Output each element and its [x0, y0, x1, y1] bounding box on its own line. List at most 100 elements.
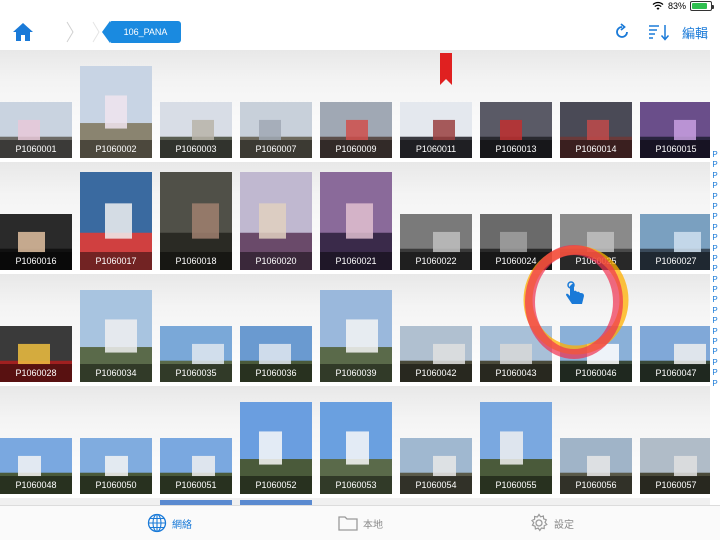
photo-thumbnail[interactable]: P1060046 — [560, 326, 632, 382]
photo-thumbnail[interactable]: P1060016 — [0, 214, 72, 270]
screen: { "status": { "battery_text": "83%" }, "… — [0, 0, 720, 540]
index-strip-letter[interactable]: P — [710, 160, 720, 170]
tab-network[interactable]: 網絡 — [147, 512, 192, 534]
photo-thumbnail[interactable]: P1060003 — [160, 102, 232, 158]
wifi-icon — [652, 1, 664, 10]
index-strip-letter[interactable]: P — [710, 337, 720, 347]
photo-thumbnail[interactable]: P1060042 — [400, 326, 472, 382]
photo-thumbnail[interactable]: P1060043 — [480, 326, 552, 382]
photo-filename: P1060002 — [80, 140, 152, 158]
photo-filename: P1060048 — [0, 476, 72, 494]
photo-row: P1060001 P1060002 P1060003 P1060007 P1060009… — [0, 50, 710, 160]
photo-thumbnail[interactable]: P1060024 — [480, 214, 552, 270]
photo-thumbnail[interactable]: P1060055 — [480, 402, 552, 494]
photo-thumbnail[interactable]: P1060051 — [160, 438, 232, 494]
photo-thumbnail[interactable]: P1060015 — [640, 102, 710, 158]
status-indicators: 83% — [652, 1, 714, 11]
photo-thumbnail[interactable]: P1060039 — [320, 290, 392, 382]
breadcrumb-current-folder[interactable]: 106_PANA — [102, 21, 181, 43]
index-strip-letter[interactable]: P — [710, 285, 720, 295]
index-strip-letter[interactable]: P — [710, 358, 720, 368]
index-strip-letter[interactable]: P — [710, 233, 720, 243]
folder-icon — [338, 516, 358, 531]
photo-thumbnail[interactable]: P1060018 — [160, 172, 232, 270]
index-strip-letter[interactable]: P — [710, 275, 720, 285]
index-strip-letter[interactable]: P — [710, 368, 720, 378]
index-strip-letter[interactable]: P — [710, 223, 720, 233]
index-strip-letter[interactable]: P — [710, 171, 720, 181]
photo-thumbnail[interactable]: P1060057 — [640, 438, 710, 494]
photo-filename: P1060054 — [400, 476, 472, 494]
battery-icon — [690, 1, 714, 11]
photo-filename: P1060024 — [480, 252, 552, 270]
photo-filename: P1060050 — [80, 476, 152, 494]
photo-thumbnail[interactable]: P1060009 — [320, 102, 392, 158]
photo-thumbnail[interactable]: P1060035 — [160, 326, 232, 382]
index-strip-letter[interactable]: P — [710, 379, 720, 389]
photo-thumbnail[interactable]: P1060050 — [80, 438, 152, 494]
navigation-bar: 106_PANA 編輯 — [0, 14, 720, 50]
photo-grid: P1060001 P1060002 P1060003 P1060007 P1060009… — [0, 50, 710, 505]
index-strip-letter[interactable]: P — [710, 327, 720, 337]
photo-thumbnail[interactable]: P1060048 — [0, 438, 72, 494]
edit-button[interactable]: 編輯 — [682, 23, 708, 42]
index-scroll-strip[interactable]: PPPPPPPPPPPPPPPPPPPPPPP — [710, 150, 720, 390]
photo-thumbnail[interactable]: P1060056 — [560, 438, 632, 494]
sort-icon[interactable] — [648, 23, 670, 41]
photo-filename: P1060015 — [640, 140, 710, 158]
gear-icon — [531, 513, 548, 532]
photo-filename: P1060018 — [160, 252, 232, 270]
index-strip-letter[interactable]: P — [710, 181, 720, 191]
photo-thumbnail[interactable]: P1060011 — [400, 102, 472, 158]
photo-thumbnail[interactable]: P1060036 — [240, 326, 312, 382]
index-strip-letter[interactable]: P — [710, 202, 720, 212]
photo-thumbnail[interactable]: P1060047 — [640, 326, 710, 382]
photo-thumbnail[interactable]: P1060028 — [0, 326, 72, 382]
tab-settings[interactable]: 設定 — [529, 512, 574, 534]
photo-thumbnail[interactable]: P1060027 — [640, 214, 710, 270]
photo-thumbnail[interactable]: P1060013 — [480, 102, 552, 158]
photo-filename: P1060016 — [0, 252, 72, 270]
photo-thumbnail[interactable]: P1060054 — [400, 438, 472, 494]
index-strip-letter[interactable]: P — [710, 244, 720, 254]
photo-thumbnail[interactable]: P1060034 — [80, 290, 152, 382]
photo-thumbnail[interactable]: P1060017 — [80, 172, 152, 270]
globe-icon — [147, 513, 167, 533]
index-strip-letter[interactable]: P — [710, 347, 720, 357]
photo-filename: P1060001 — [0, 140, 72, 158]
refresh-icon[interactable] — [613, 23, 631, 41]
index-strip-letter[interactable]: P — [710, 254, 720, 264]
photo-filename: P1060043 — [480, 364, 552, 382]
photo-row: P1060048 P1060050 P1060051 P1060052 P1060053… — [0, 386, 710, 496]
index-strip-letter[interactable]: P — [710, 192, 720, 202]
photo-thumbnail[interactable]: P1060053 — [320, 402, 392, 494]
photo-row-partial — [0, 498, 710, 505]
photo-thumbnail[interactable]: P1060001 — [0, 102, 72, 158]
photo-thumbnail[interactable]: P1060020 — [240, 172, 312, 270]
photo-thumbnail[interactable]: P1060052 — [240, 402, 312, 494]
photo-filename: P1060027 — [640, 252, 710, 270]
index-strip-letter[interactable]: P — [710, 150, 720, 160]
photo-filename: P1060057 — [640, 476, 710, 494]
photo-thumbnail[interactable]: P1060022 — [400, 214, 472, 270]
home-icon[interactable] — [12, 22, 34, 42]
breadcrumb-separator-icon — [66, 21, 74, 43]
status-bar: 83% — [0, 0, 720, 14]
photo-filename: P1060052 — [240, 476, 312, 494]
index-strip-letter[interactable]: P — [710, 306, 720, 316]
bookmark-ribbon-icon — [440, 53, 452, 85]
photo-thumbnail[interactable]: P1060007 — [240, 102, 312, 158]
photo-filename: P1060034 — [80, 364, 152, 382]
tab-local[interactable]: 本地 — [338, 512, 383, 534]
photo-thumbnail[interactable]: P1060021 — [320, 172, 392, 270]
index-strip-letter[interactable]: P — [710, 316, 720, 326]
index-strip-letter[interactable]: P — [710, 295, 720, 305]
index-strip-letter[interactable]: P — [710, 264, 720, 274]
photo-thumbnail[interactable]: P1060002 — [80, 66, 152, 158]
photo-thumbnail[interactable]: P1060025 — [560, 214, 632, 270]
breadcrumb-separator-icon — [92, 21, 100, 43]
photo-filename: P1060011 — [400, 140, 472, 158]
photo-thumbnail[interactable]: P1060014 — [560, 102, 632, 158]
index-strip-letter[interactable]: P — [710, 212, 720, 222]
photo-filename: P1060047 — [640, 364, 710, 382]
